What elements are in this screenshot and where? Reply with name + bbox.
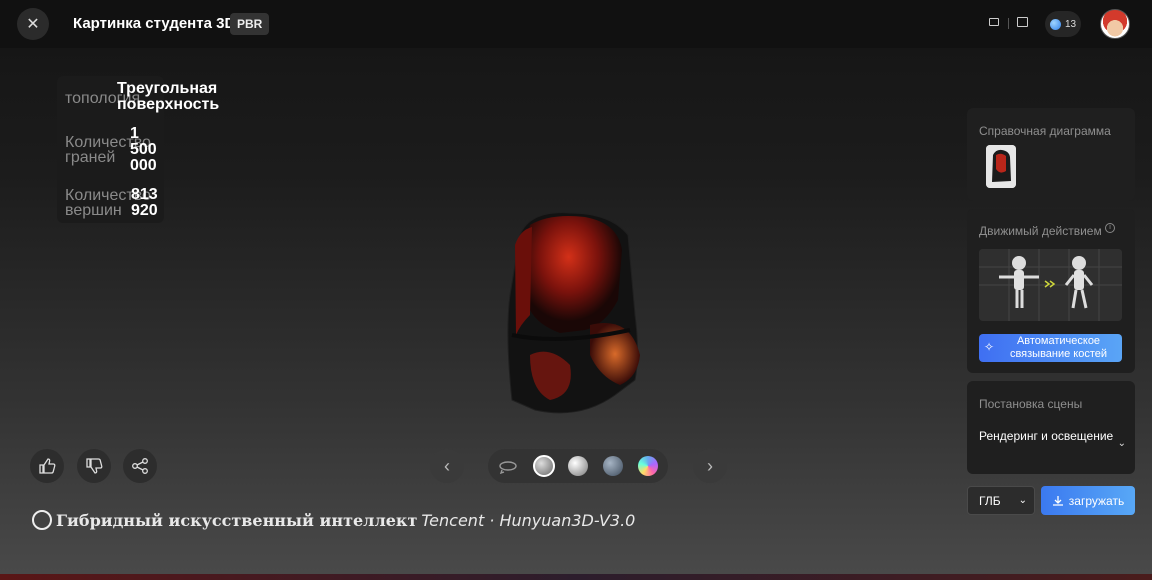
scene-title: Постановка сцены <box>979 397 1083 411</box>
material-pbr-icon[interactable] <box>533 455 555 477</box>
model-info-card: топология Треугольная поверхность Количе… <box>57 76 219 223</box>
thumbs-down-icon <box>86 458 103 474</box>
topology-label: топология <box>65 90 141 107</box>
reference-thumbnail-icon <box>986 145 1016 188</box>
share-button[interactable] <box>123 449 157 483</box>
format-dropdown[interactable]: ГЛБ ⌄ <box>967 486 1035 515</box>
download-label: загружать <box>1068 493 1125 508</box>
auto-rig-label: Автоматическое связывание костей <box>1009 335 1108 360</box>
material-white-icon[interactable] <box>568 456 588 476</box>
download-icon <box>1052 495 1063 506</box>
scene-panel: Постановка сцены Рендеринг и освещение ⌄ <box>967 381 1135 474</box>
animation-preview[interactable] <box>979 249 1122 321</box>
auto-rig-button[interactable]: ✧ Автоматическое связывание костей <box>979 334 1122 362</box>
magic-wand-icon: ✧ <box>984 340 995 354</box>
material-toolbar <box>488 449 668 483</box>
watermark-brand: Tencent · Hunyuan3D-V3.0 <box>421 510 636 530</box>
bottom-taskbar-edge <box>0 574 1152 580</box>
faces-label: Количество граней <box>65 134 151 166</box>
avatar[interactable] <box>1100 9 1130 39</box>
top-bar: ✕ Картинка студента 3D PBR 13 <box>0 0 1152 48</box>
chevron-left-icon: ‹ <box>444 455 450 476</box>
chevron-down-icon: ⌄ <box>1018 495 1027 506</box>
animation-title: Движимый действием <box>979 224 1102 238</box>
material-normal-icon[interactable] <box>638 456 658 476</box>
scene-dropdown[interactable]: Рендеринг и освещение ⌄ <box>979 427 1126 449</box>
material-wireframe-icon[interactable] <box>603 456 623 476</box>
like-button[interactable] <box>30 449 64 483</box>
gift-icon[interactable] <box>1017 17 1028 27</box>
credit-icon <box>1049 18 1061 30</box>
next-button[interactable]: › <box>693 449 727 483</box>
model-preview[interactable] <box>490 205 650 425</box>
credits-badge[interactable]: 13 <box>1045 11 1081 37</box>
divider <box>1008 18 1009 29</box>
download-button[interactable]: загружать <box>1041 486 1135 515</box>
vertices-label: Количество вершин <box>65 187 151 219</box>
info-icon[interactable]: i <box>1105 223 1115 233</box>
hunyuan-logo-icon <box>32 510 52 530</box>
dislike-button[interactable] <box>77 449 111 483</box>
animation-figures-icon <box>979 249 1122 321</box>
reference-title: Справочная диаграмма <box>979 124 1111 138</box>
close-icon: ✕ <box>26 16 40 33</box>
chevron-down-icon: ⌄ <box>1117 438 1126 449</box>
prev-button[interactable]: ‹ <box>430 449 464 483</box>
close-button[interactable]: ✕ <box>17 8 49 40</box>
pbr-badge: PBR <box>230 13 270 35</box>
format-label: ГЛБ <box>979 493 1001 508</box>
reference-panel: Справочная диаграмма <box>967 108 1135 201</box>
mail-icon[interactable] <box>989 18 999 26</box>
watermark: Гибридный искусственный интеллект Tencen… <box>32 510 635 530</box>
credits-count: 13 <box>1064 18 1077 30</box>
rotate-icon[interactable] <box>498 458 518 474</box>
faces-value: 1 500 000 <box>130 125 157 174</box>
animation-panel: Движимый действием i ✧ Автоматическое св… <box>967 209 1135 373</box>
share-icon <box>132 458 148 474</box>
chevron-right-icon: › <box>707 455 713 476</box>
scene-value: Рендеринг и освещение <box>979 429 1114 443</box>
page-title: Картинка студента 3D <box>73 15 236 32</box>
topology-value: Треугольная поверхность <box>117 80 220 113</box>
watermark-text: Гибридный искусственный интеллект <box>56 510 418 530</box>
vertices-value: 813 920 <box>131 186 158 219</box>
thumbs-up-icon <box>39 458 56 474</box>
reference-image[interactable] <box>986 145 1016 188</box>
